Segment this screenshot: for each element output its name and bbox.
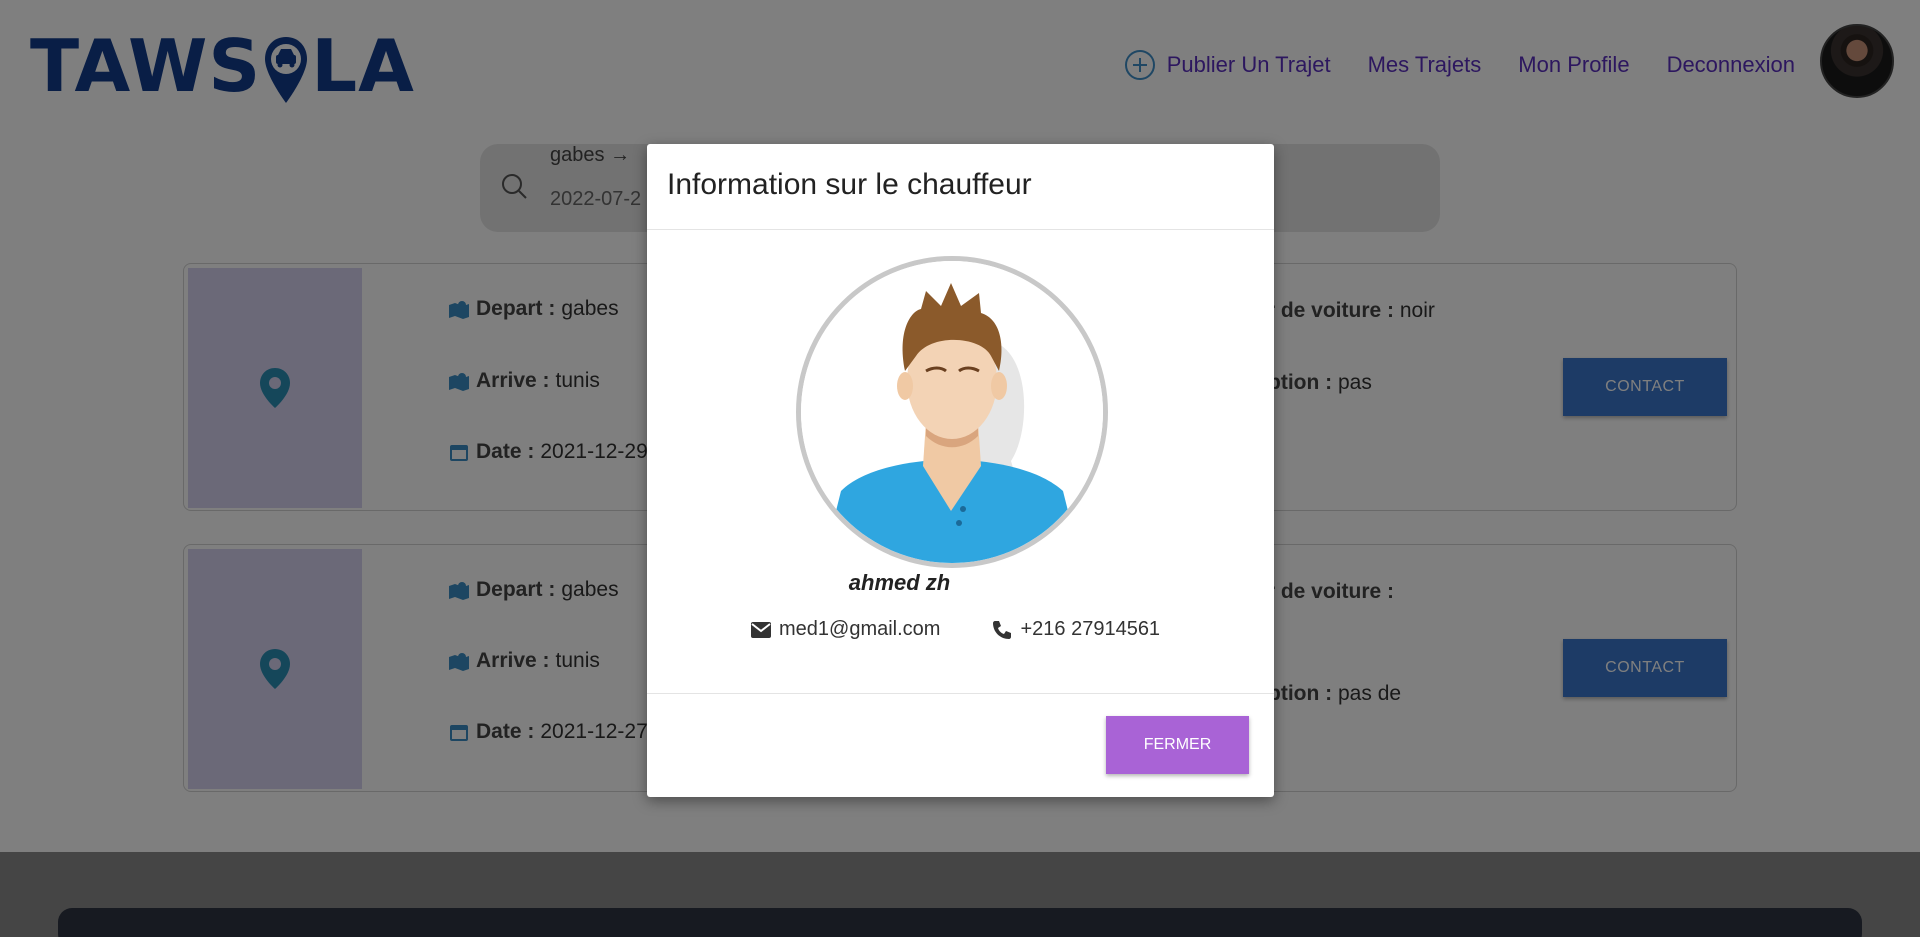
modal-footer-divider	[647, 693, 1274, 694]
driver-phone-value: +216 27914561	[1020, 618, 1161, 640]
modal-title: Information sur le chauffeur	[647, 144, 1274, 230]
driver-avatar-illustration	[801, 261, 1103, 563]
driver-phone: +216 27914561	[992, 618, 1160, 641]
driver-name: ahmed zh	[848, 570, 951, 595]
driver-email-value: med1@gmail.com	[779, 618, 941, 640]
driver-email: med1@gmail.com	[751, 618, 940, 641]
driver-info-modal: Information sur le chauffeur ahmed zh me…	[647, 144, 1274, 797]
envelope-icon	[751, 621, 771, 638]
close-button[interactable]: FERMER	[1106, 716, 1249, 774]
driver-photo	[796, 256, 1108, 568]
driver-contacts: med1@gmail.com +216 27914561	[751, 618, 1160, 641]
phone-icon	[993, 620, 1012, 639]
